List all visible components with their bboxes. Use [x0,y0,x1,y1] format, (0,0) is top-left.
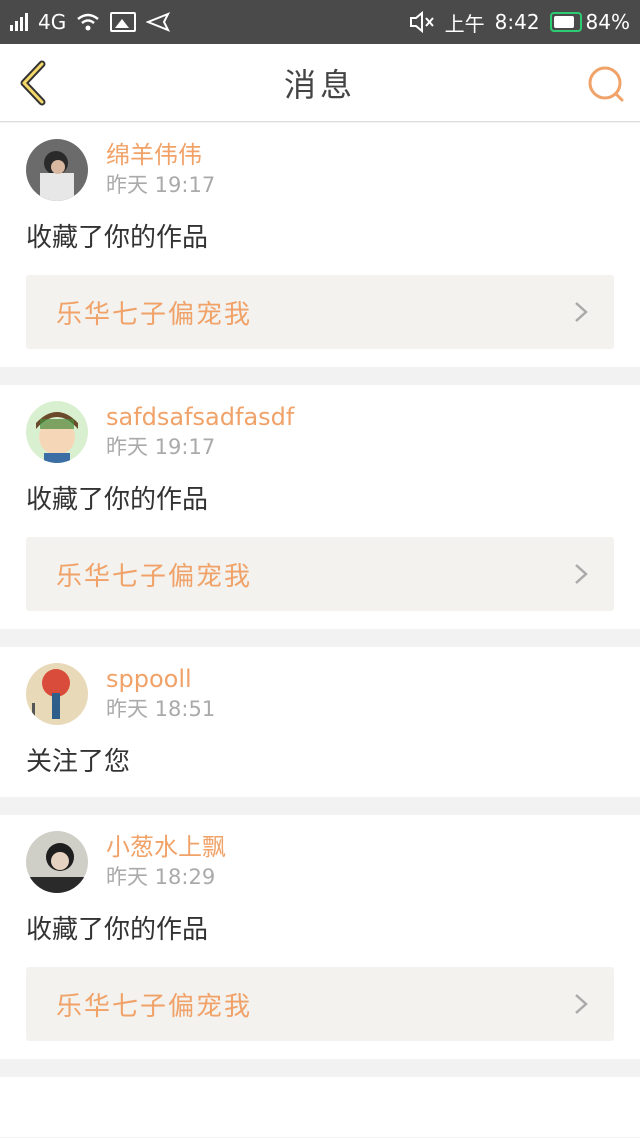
notification-item[interactable]: safdsafsadfasdf 昨天 19:17 收藏了你的作品 乐华七子偏宠我 [0,385,640,629]
send-icon [146,12,171,32]
timestamp: 昨天 19:17 [106,173,216,197]
avatar[interactable] [26,831,88,893]
chevron-right-icon [575,564,588,584]
chevron-left-icon[interactable] [14,60,54,106]
chevron-right-icon [575,994,588,1014]
chevron-right-icon [575,302,588,322]
action-text: 收藏了你的作品 [26,915,209,945]
work-link[interactable]: 乐华七子偏宠我 [26,275,614,349]
user-name[interactable]: 小葱水上飘 [106,832,226,862]
work-link[interactable]: 乐华七子偏宠我 [26,537,614,611]
notification-item[interactable]: 小葱水上飘 昨天 18:29 收藏了你的作品 乐华七子偏宠我 [0,815,640,1059]
notification-item[interactable]: 绵羊伟伟 昨天 19:17 收藏了你的作品 乐华七子偏宠我 [0,123,640,367]
clock: 8:42 [494,10,540,34]
avatar[interactable] [26,663,88,725]
search-icon[interactable] [586,64,626,104]
user-name[interactable]: safdsafsadfasdf [106,402,294,432]
user-name[interactable]: sppooll [106,664,215,694]
action-text: 收藏了你的作品 [26,223,209,253]
app-header: 消息 [0,44,640,122]
image-icon [110,12,137,32]
page-title: 消息 [283,65,356,104]
avatar[interactable] [26,139,88,201]
wifi-icon [77,13,100,31]
time-prefix: 上午 [444,11,485,36]
signal-icon [10,13,28,31]
action-text: 收藏了你的作品 [26,485,209,515]
work-title: 乐华七子偏宠我 [56,561,253,592]
user-name[interactable]: 绵羊伟伟 [106,140,215,170]
timestamp: 昨天 18:29 [106,865,216,889]
work-link[interactable]: 乐华七子偏宠我 [26,967,614,1041]
message-list: 绵羊伟伟 昨天 19:17 收藏了你的作品 乐华七子偏宠我 safdsafsad… [0,123,640,1138]
status-bar: 4G 上午 8:42 84% [0,0,640,44]
action-text: 关注了您 [26,747,131,777]
timestamp: 昨天 18:51 [106,697,216,721]
battery-percent: 84% [585,10,630,34]
avatar[interactable] [26,401,88,463]
mute-icon [409,11,434,33]
notification-item[interactable] [0,1077,640,1137]
timestamp: 昨天 19:17 [106,435,216,459]
battery-icon [549,12,582,32]
battery: 84% [549,10,630,34]
work-title: 乐华七子偏宠我 [56,299,253,330]
network-type: 4G [38,10,67,34]
work-title: 乐华七子偏宠我 [56,991,253,1022]
notification-item[interactable]: sppooll 昨天 18:51 关注了您 [0,647,640,797]
